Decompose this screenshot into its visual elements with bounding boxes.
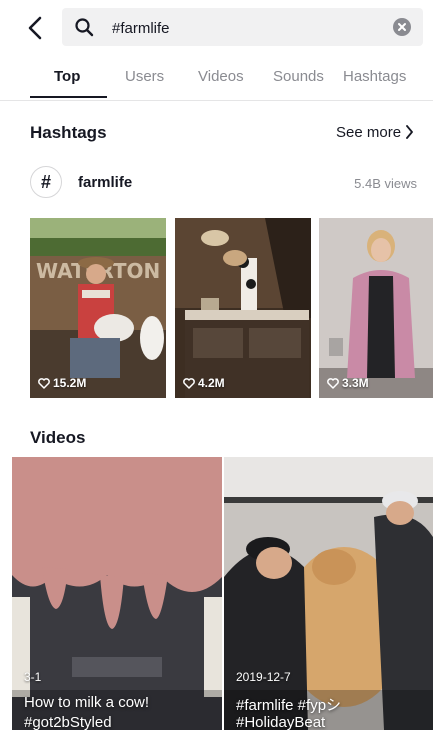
active-tab-indicator [30,96,107,98]
video-result[interactable]: 3-1 How to milk a cow! #got2bStyled [12,457,222,730]
videos-section-title: Videos [30,428,86,447]
hashtag-views: 5.4B views [354,176,417,191]
top-bar [0,0,433,54]
video-caption: #farmlife #fypシ [236,697,342,714]
video-date: 3-1 [24,670,42,684]
hashtag-name: farmlife [78,174,133,191]
clear-icon[interactable] [393,18,411,36]
thumbnail-image: WATERTON FORGE [30,218,166,398]
hashtag-result-farmlife[interactable]: # farmlife 5.4B views [30,166,423,200]
video-caption-hashtags: #got2bStyled [24,714,112,730]
hashtags-section-title: Hashtags [30,123,107,142]
tab-top[interactable]: Top [54,68,80,85]
search-input[interactable] [110,14,384,42]
search-icon [74,17,94,37]
heart-icon [38,378,50,389]
back-arrow-icon[interactable] [22,14,50,42]
hashtag-icon: # [30,166,62,198]
video-thumbnail-image [224,457,433,730]
search-tabs: Top Users Videos Sounds Hashtags [0,58,433,101]
heart-icon [183,378,195,389]
hashtag-video-thumbnail[interactable]: 4.2M [175,218,311,398]
thumbnail-likes: 4.2M [183,376,225,390]
see-more-label: See more [336,124,402,141]
chevron-right-icon [405,125,414,143]
thumbnail-likes: 15.2M [38,376,86,390]
video-result[interactable]: 2019-12-7 #farmlife #fypシ #HolidayBeat [224,457,433,730]
tab-users[interactable]: Users [125,68,164,85]
thumbnail-image [319,218,433,398]
heart-icon [327,378,339,389]
thumbnail-likes: 3.3M [327,376,369,390]
tab-sounds[interactable]: Sounds [273,68,324,85]
see-more-link[interactable]: See more [336,124,414,143]
hashtag-video-thumbnail[interactable]: WATERTON FORGE 15.2M [30,218,166,398]
hashtag-video-thumbnail[interactable]: 3.3M [319,218,433,398]
search-bar[interactable] [62,8,423,46]
tab-hashtags[interactable]: Hashtags [343,68,406,85]
tab-videos[interactable]: Videos [198,68,244,85]
video-date: 2019-12-7 [236,670,291,684]
video-caption: How to milk a cow! [24,694,150,711]
thumbnail-image [175,218,311,398]
video-thumbnail-image [12,457,222,730]
video-caption-hashtags: #HolidayBeat [236,714,326,730]
